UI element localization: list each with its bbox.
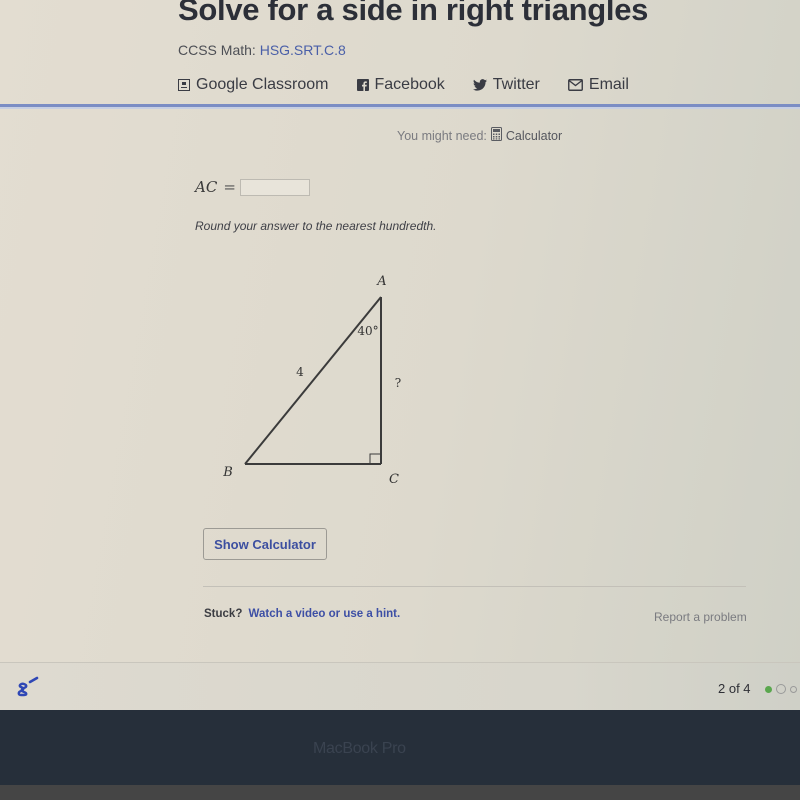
progress-dots (765, 684, 800, 694)
share-email[interactable]: Email (567, 76, 629, 94)
triangle-diagram: A B C 40° 4 ? (222, 274, 401, 487)
share-label: Google Classroom (196, 76, 329, 93)
desk-surface (0, 785, 800, 800)
angle-a-label: 40° (357, 324, 378, 338)
share-label: Email (588, 76, 629, 93)
share-label: Facebook (374, 76, 445, 93)
laptop-bezel: MacBook Pro (0, 710, 800, 785)
ccss-label: CCSS Math: (178, 42, 256, 58)
twitter-icon (472, 79, 487, 91)
ccss-standard: CCSS Math: HSG.SRT.C.8 (178, 42, 346, 58)
share-facebook[interactable]: Facebook (356, 76, 445, 94)
page-title: Solve for a side in right triangles (178, 0, 649, 27)
vertex-label-b: B (222, 465, 233, 480)
might-need-bar: You might need: Calculator (397, 127, 562, 144)
section-divider (203, 586, 746, 587)
progress-dot-upcoming (790, 685, 797, 693)
side-ac-label: ? (395, 376, 401, 390)
ccss-code-link[interactable]: HSG.SRT.C.8 (260, 42, 346, 58)
share-label: Twitter (492, 76, 540, 93)
vertex-label-a: A (376, 274, 386, 289)
answer-input[interactable] (239, 178, 310, 196)
share-bar: Google Classroom Facebook Twitter Email (178, 74, 657, 96)
progress-dot-completed (765, 685, 772, 693)
bezel-label: MacBook Pro (313, 740, 406, 757)
exercise-footer: 2 of 4 (0, 663, 800, 710)
progress-dot-current (776, 684, 786, 694)
calculator-label: Calculator (505, 128, 563, 143)
side-ab (244, 296, 382, 465)
share-twitter[interactable]: Twitter (472, 76, 540, 94)
side-ab-label: 4 (296, 365, 304, 379)
calculator-icon (490, 127, 502, 144)
report-problem-link[interactable]: Report a problem (654, 610, 747, 624)
header-divider (0, 104, 800, 107)
stuck-label: Stuck? (204, 608, 243, 620)
vertex-label-c: C (389, 472, 399, 487)
answer-variable: AC (195, 178, 218, 196)
stuck-help: Stuck? Watch a video or use a hint. (204, 608, 400, 620)
instruction-text: Round your answer to the nearest hundred… (195, 219, 437, 233)
email-icon (567, 79, 583, 91)
share-google-classroom[interactable]: Google Classroom (178, 76, 329, 94)
google-classroom-icon (178, 79, 190, 91)
calculator-link[interactable]: Calculator (490, 127, 563, 144)
facebook-icon (356, 79, 369, 91)
hint-link[interactable]: Watch a video or use a hint. (249, 608, 401, 620)
might-need-label: You might need: (397, 128, 487, 143)
progress-counter: 2 of 4 (718, 681, 751, 696)
khan-logo-icon[interactable] (15, 676, 41, 703)
answer-equation: AC = (195, 178, 310, 196)
show-calculator-button[interactable]: Show Calculator (203, 528, 327, 560)
equals-sign: = (223, 178, 236, 196)
right-angle-marker (369, 453, 381, 464)
